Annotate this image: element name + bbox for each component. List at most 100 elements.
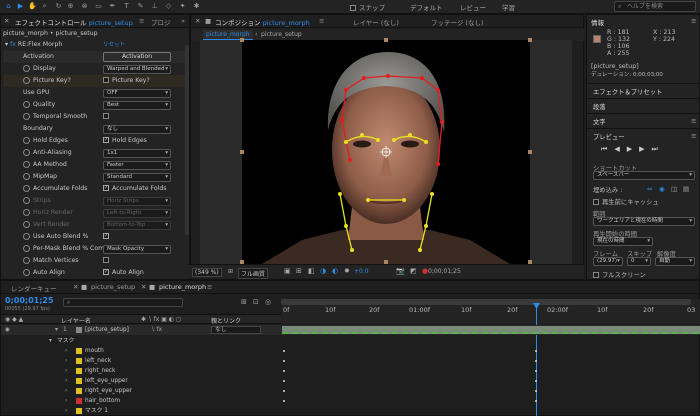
tab-composition[interactable]: コンポジション picture_morph	[215, 17, 310, 27]
selection-tool-icon[interactable]: ▶	[16, 2, 25, 11]
motion-blur-icon[interactable]: ◎	[265, 298, 271, 306]
menu-icon[interactable]: ≡	[691, 132, 696, 140]
layer-handle[interactable]	[240, 38, 244, 42]
workspace-default[interactable]: デフォルト	[410, 2, 443, 12]
menu-icon[interactable]: ≡	[139, 17, 144, 25]
lock-icon[interactable]: ■	[205, 17, 211, 25]
hold-edges-checkbox[interactable]: Hold Edges	[103, 135, 147, 147]
menu-icon[interactable]: ≡	[691, 17, 696, 25]
zoom-dropdown[interactable]: (349 %)	[192, 268, 222, 277]
audio-icon[interactable]: ⇔	[647, 185, 652, 193]
effects-scrollbar[interactable]	[185, 45, 189, 235]
draft-3d-icon[interactable]: ⊡	[253, 298, 259, 306]
subtab-picture-setup[interactable]: picture_setup	[261, 31, 302, 38]
expand-icon[interactable]: ▾	[55, 325, 58, 335]
roto-tool-icon[interactable]: ✦	[178, 2, 187, 11]
play-icon[interactable]: ▶	[627, 145, 639, 153]
auto-blend-checkbox[interactable]	[103, 231, 112, 243]
mask-icon[interactable]: ◧	[308, 267, 315, 275]
puppet-tool-icon[interactable]: ✱	[192, 2, 201, 11]
list-item[interactable]: › left_eye_upper	[1, 376, 700, 386]
workspace-learn[interactable]: 学習	[502, 2, 515, 12]
prev-frame-icon[interactable]: ◀	[614, 145, 626, 153]
main-layer-name[interactable]: [picture_setup]	[76, 325, 129, 335]
fx-expand[interactable]: ▾ fx RE:Flex Morph	[5, 39, 62, 51]
current-timecode[interactable]: 0;00;01;25	[5, 296, 54, 305]
subtab-picture-morph[interactable]: picture_morph	[203, 30, 253, 40]
work-area-bar[interactable]	[281, 299, 691, 305]
last-frame-icon[interactable]: ⏭	[651, 145, 664, 153]
layer-name-header[interactable]: レイヤー名	[61, 316, 91, 325]
type-tool-icon[interactable]: T	[122, 2, 131, 11]
region-icon[interactable]: ▣	[284, 267, 291, 275]
tab-effect-controls[interactable]: エフェクトコントロール picture_setup	[15, 17, 133, 27]
hand-tool-icon[interactable]: ✋	[28, 2, 37, 11]
eraser-tool-icon[interactable]: ◇	[164, 2, 173, 11]
help-search-input[interactable]: ⌕ ヘルプを検索	[614, 1, 696, 12]
menu-icon[interactable]: ≡	[691, 117, 696, 125]
match-vertices-checkbox[interactable]	[103, 255, 112, 267]
layer-controls-icon[interactable]: ▤	[683, 185, 689, 193]
rectangle-tool-icon[interactable]: ▭	[94, 2, 103, 11]
comp-canvas[interactable]	[242, 40, 530, 264]
frame-rate-dropdown[interactable]: (29.97)	[593, 257, 623, 266]
stopwatch-icon[interactable]	[23, 148, 30, 156]
layer-handle[interactable]	[240, 150, 244, 154]
timeline-search-input[interactable]: ⌕	[63, 298, 183, 307]
stopwatch-icon[interactable]	[23, 184, 30, 192]
stamp-tool-icon[interactable]: ⊥	[150, 2, 159, 11]
list-item[interactable]: › hair_bottom	[1, 396, 700, 406]
menu-icon[interactable]: ≡	[319, 17, 324, 25]
tab-render-queue[interactable]: レンダーキュー	[11, 283, 57, 293]
start-time-dropdown[interactable]: 現在の時間	[593, 237, 653, 246]
cache-checkbox[interactable]: 再生前にキャッシュ	[593, 197, 659, 206]
temporal-smooth-checkbox[interactable]	[103, 111, 112, 123]
stopwatch-icon[interactable]	[23, 112, 30, 120]
list-item[interactable]: › left_neck	[1, 356, 700, 366]
expand-icon[interactable]: ›	[65, 386, 67, 396]
expand-icon[interactable]: ▾	[49, 336, 52, 346]
auto-align-checkbox[interactable]: Auto Align	[103, 267, 144, 279]
first-frame-icon[interactable]: ⏮	[601, 145, 614, 153]
color-icon[interactable]: ◐	[332, 267, 338, 275]
stopwatch-icon[interactable]	[23, 268, 30, 276]
close-icon[interactable]: ✕	[195, 17, 200, 25]
panel-character[interactable]: 文字	[593, 117, 606, 126]
accumulate-folds-checkbox[interactable]: Accumulate Folds	[103, 183, 167, 195]
next-frame-icon[interactable]: ▶	[639, 145, 651, 153]
list-item[interactable]: › right_neck	[1, 366, 700, 376]
close-icon[interactable]: ✕	[73, 283, 78, 291]
resolution-preview-dropdown[interactable]: 自動	[655, 257, 695, 266]
anti-aliasing-dropdown[interactable]: 1x1	[103, 148, 171, 158]
aa-method-dropdown[interactable]: Faster	[103, 160, 171, 170]
timecode-display[interactable]: 0;00;01;25	[428, 268, 461, 275]
per-mask-blend-dropdown[interactable]: Mask Opacity	[103, 244, 171, 254]
snap-toggle[interactable]: スナップ	[350, 2, 385, 12]
stopwatch-icon[interactable]	[23, 136, 30, 144]
exposure-icon[interactable]: ✹	[344, 267, 350, 275]
layer-handle[interactable]	[384, 38, 388, 42]
stopwatch-icon[interactable]	[23, 76, 30, 84]
list-item[interactable]: › mouth	[1, 346, 700, 356]
tab-timeline-setup[interactable]: picture_setup	[91, 283, 135, 291]
fx-switch-icon[interactable]: ∖ fx	[151, 325, 162, 335]
expand-icon[interactable]: ›	[65, 346, 67, 356]
overlay-icon[interactable]: ◫	[671, 185, 677, 193]
range-dropdown[interactable]: ワークエリアと現在の時間	[593, 217, 695, 226]
grid-icon[interactable]: ⊞	[296, 267, 302, 275]
expand-icon[interactable]: ›	[65, 376, 67, 386]
display-dropdown[interactable]: Warped and Blended	[103, 64, 171, 74]
mipmap-dropdown[interactable]: Standard	[103, 172, 171, 182]
tab-footage[interactable]: フッテージ (なし)	[431, 17, 484, 27]
camera-tool-icon[interactable]: ⊕	[66, 2, 75, 11]
video-icon[interactable]: ◉	[659, 185, 665, 193]
stopwatch-icon[interactable]	[23, 160, 30, 168]
stopwatch-icon[interactable]	[23, 64, 30, 72]
workspace-review[interactable]: レビュー	[460, 2, 486, 12]
list-item[interactable]: › マスク 1	[1, 406, 700, 416]
pen-tool-icon[interactable]: ✒	[108, 2, 117, 11]
parent-dropdown[interactable]: なし	[211, 326, 261, 334]
boundary-dropdown[interactable]: なし	[103, 124, 171, 134]
tab-timeline-morph[interactable]: picture_morph	[159, 283, 206, 291]
fullscreen-checkbox[interactable]: フルスクリーン	[593, 270, 646, 279]
